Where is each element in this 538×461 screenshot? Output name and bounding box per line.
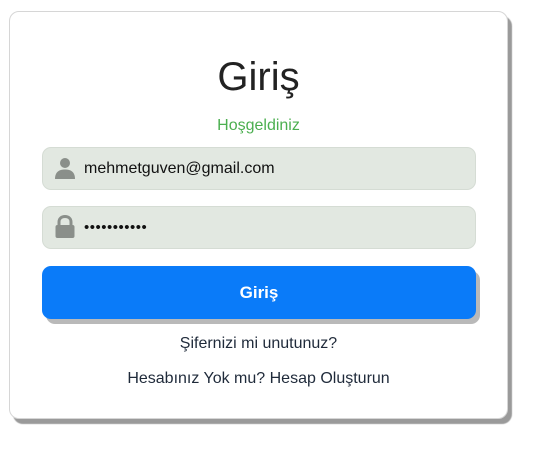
login-button[interactable]: Giriş (42, 266, 476, 319)
email-input[interactable] (84, 148, 469, 189)
welcome-text: Hoşgeldiniz (217, 117, 300, 134)
lock-icon (53, 214, 77, 239)
password-input[interactable] (84, 207, 469, 248)
forgot-password-link[interactable]: Şifernizi mi unutunuz? (10, 334, 507, 354)
login-card: Giriş Hoşgeldiniz Giriş Şifernizi mi unu… (9, 11, 508, 419)
user-icon (53, 156, 77, 180)
create-account-link[interactable]: Hesabınız Yok mu? Hesap Oluşturun (10, 369, 507, 389)
page-title: Giriş (217, 55, 300, 99)
email-field-container[interactable] (42, 147, 476, 190)
password-field-container[interactable] (42, 206, 476, 249)
